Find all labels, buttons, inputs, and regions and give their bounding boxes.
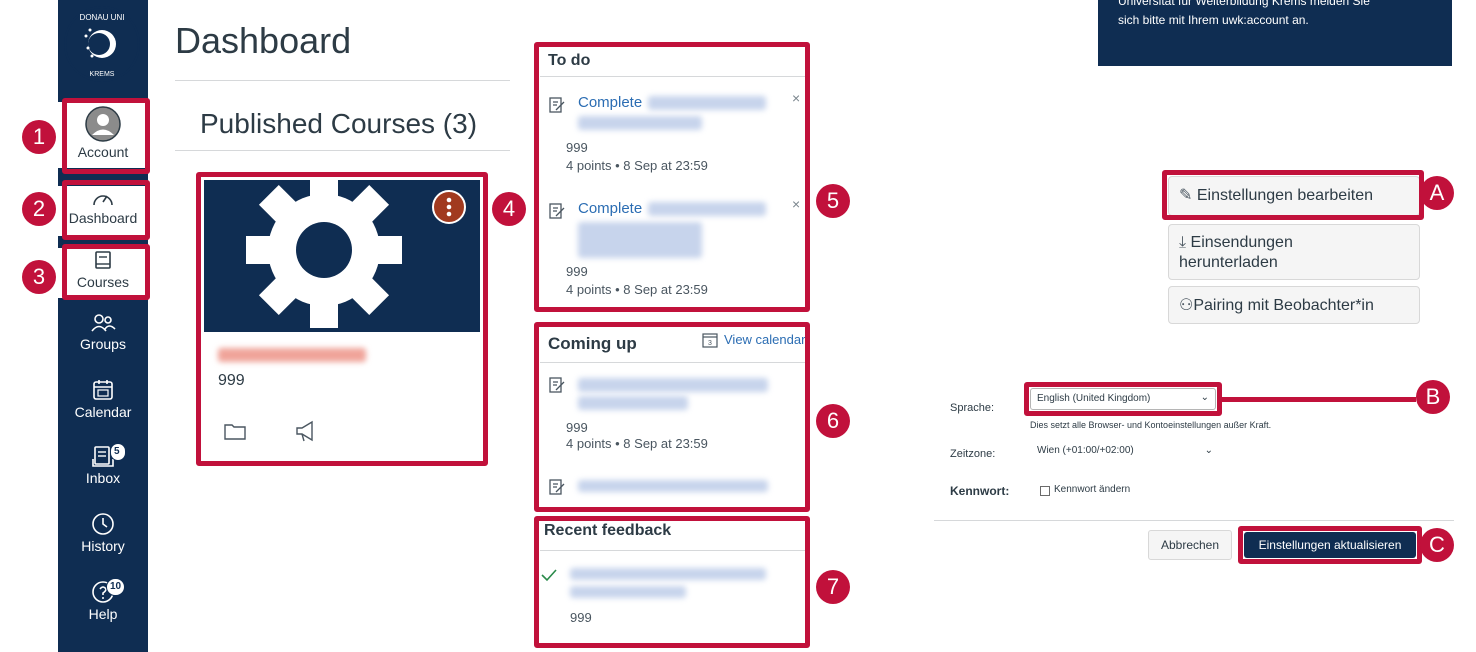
annotation-marker-1: 1 [22,120,56,154]
annotation-box-B [1024,382,1222,416]
nav-item-label: Calendar [74,404,132,420]
annotation-box-2 [62,180,150,240]
download-icon: ⤓ [1179,234,1187,251]
nav-item-calendar[interactable]: Calendar [58,378,148,428]
logo-emblem-icon: DONAU UNI KREMS [66,8,138,80]
annotation-marker-5: 5 [816,184,850,218]
annotation-marker-7: 7 [816,570,850,604]
nav-item-groups[interactable]: Groups [58,312,148,362]
inbox-unread-badge: 5 [110,443,126,461]
help-badge: 10 [106,578,126,596]
timezone-label: Zeitzone: [950,448,996,460]
university-logo[interactable]: DONAU UNI KREMS [64,6,140,82]
timezone-select[interactable]: Wien (+01:00/+02:00) ⌄ [1030,440,1220,464]
download-submissions-button[interactable]: ⤓ Einsendungen herunterladen [1168,224,1420,280]
language-label: Sprache: [950,402,995,414]
annotation-marker-2: 2 [22,192,56,226]
annotation-marker-A: A [1420,176,1454,210]
annotation-box-C [1238,526,1422,564]
annotation-marker-6: 6 [816,404,850,438]
annotation-marker-4: 4 [492,192,526,226]
login-info-banner: Universität für Weiterbildung Krems meld… [1098,0,1452,66]
form-divider [934,520,1454,521]
annotation-box-6 [534,322,810,512]
annotation-box-A [1162,170,1424,220]
annotation-box-3 [62,244,150,300]
timezone-selected-value: Wien (+01:00/+02:00) [1037,445,1134,456]
annotation-box-4 [196,172,488,466]
banner-line-2: sich bitte mit Ihrem uwk:account an. [1118,13,1309,27]
password-label: Kennwort: [950,484,1010,498]
annotation-marker-C: C [1420,528,1454,562]
svg-text:DONAU UNI: DONAU UNI [80,13,125,22]
nav-item-help[interactable]: Help [58,580,148,630]
history-clock-icon [92,513,114,535]
change-password-checkbox[interactable] [1040,486,1050,496]
title-divider [175,80,510,81]
nav-item-label: Groups [80,336,126,352]
annotation-box-7 [534,516,810,648]
page-title: Dashboard [175,20,352,61]
calendar-icon [93,380,113,400]
nav-item-label: History [81,538,125,554]
svg-text:KREMS: KREMS [90,71,115,78]
download-label-line1: Einsendungen [1190,234,1293,251]
annotation-box-1 [62,98,150,174]
cancel-label: Abbrechen [1160,538,1220,552]
groups-icon [91,314,116,332]
banner-line-1: Universität für Weiterbildung Krems meld… [1118,0,1370,8]
language-note: Dies setzt alle Browser- und Kontoeinste… [1030,420,1272,430]
nav-item-label: Help [88,606,118,622]
pairing-observer-button[interactable]: ⚇Pairing mit Beobachter*in [1168,286,1420,324]
pairing-users-icon: ⚇ [1179,297,1194,314]
nav-item-history[interactable]: History [58,512,148,562]
section-heading: Published Courses (3) [200,108,478,139]
chevron-down-icon: ⌄ [1204,445,1213,456]
cancel-button[interactable]: Abbrechen [1148,530,1232,560]
annotation-marker-3: 3 [22,260,56,294]
nav-item-inbox[interactable]: Inbox [58,444,148,494]
pairing-label: Pairing mit Beobachter*in [1193,297,1374,314]
change-password-label: Kennwort ändern [1054,484,1131,495]
nav-item-label: Inbox [85,470,121,486]
annotation-marker-B: B [1416,380,1450,414]
download-label-line2: herunterladen [1179,254,1278,271]
annotation-box-5 [534,42,810,312]
annotation-connector-B [1220,397,1416,402]
section-divider [175,150,510,151]
